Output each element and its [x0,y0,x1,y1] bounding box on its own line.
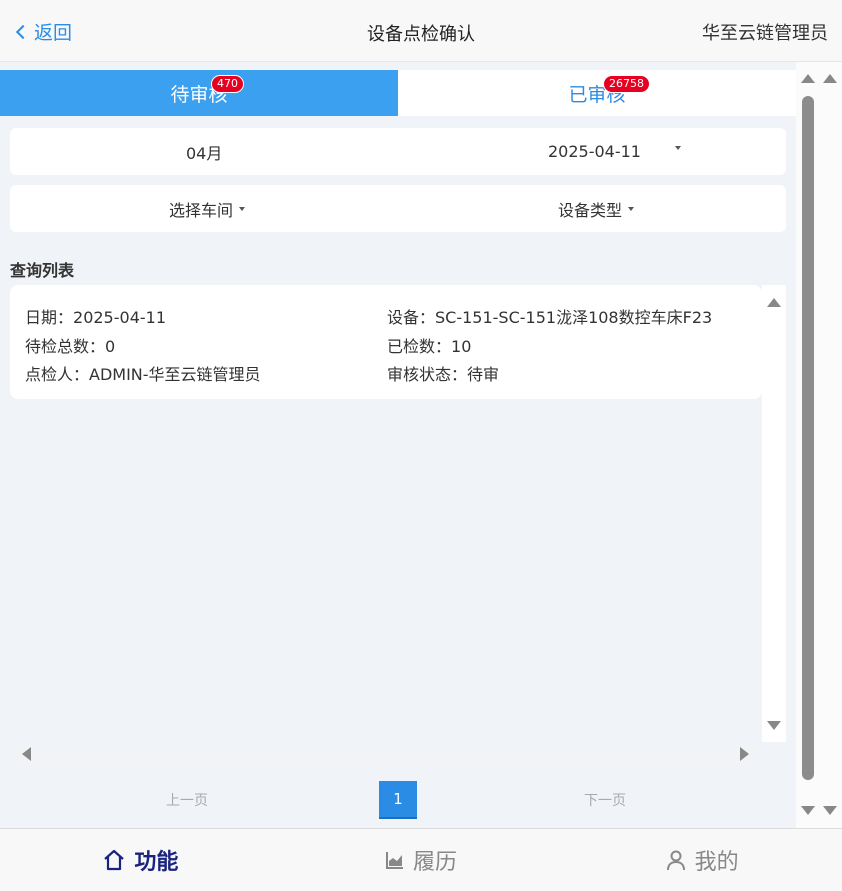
review-tabs: 待审核 470 已审核 26758 [0,70,796,116]
record-device-value: SC-151-SC-151泷泽108数控车床F23 [435,308,713,327]
record-status-label: 审核状态： [387,365,468,384]
nav-item-history[interactable]: 履历 [281,829,562,891]
tab-pending-badge: 470 [211,75,244,93]
back-button[interactable]: 返回 [15,18,73,45]
list-horizontal-scrollbar[interactable] [10,742,762,766]
record-pending: 待检总数：0 [25,333,115,357]
record-list: 日期：2025-04-11 设备：SC-151-SC-151泷泽108数控车床F… [10,285,762,742]
caret-down-icon [674,145,681,150]
record-device-label: 设备： [387,308,436,327]
workshop-selector[interactable]: 选择车间 [169,185,246,232]
date-filter-row: 04月 2025-04-11 [10,128,786,175]
record-date-value: 2025-04-11 [73,308,166,327]
record-inspector-label: 点检人： [25,365,90,384]
record-device: 设备：SC-151-SC-151泷泽108数控车床F23 [387,304,712,328]
bottom-nav: 功能 履历 我的 [0,828,842,891]
caret-down-icon [239,206,246,211]
record-pending-label: 待检总数： [25,337,106,356]
record-date: 日期：2025-04-11 [25,304,166,328]
scroll-up-icon[interactable] [767,298,781,307]
scroll-down-icon[interactable] [801,806,815,815]
record-pending-value: 0 [105,337,116,356]
date-selector[interactable]: 2025-04-11 [548,128,681,175]
scroll-up-icon[interactable] [823,74,837,83]
current-page-button[interactable]: 1 [379,781,417,819]
app-header: 返回 设备点检确认 华至云链管理员 [0,0,842,62]
current-user: 华至云链管理员 [702,23,828,44]
scroll-left-icon[interactable] [22,747,31,761]
chevron-left-icon [15,24,31,40]
tab-reviewed-badge: 26758 [603,75,650,93]
page-vertical-scrollbar[interactable] [796,62,842,828]
back-label: 返回 [34,22,73,44]
chart-icon [386,852,403,869]
record-status: 审核状态：待审 [387,361,499,385]
tab-pending[interactable]: 待审核 470 [0,70,398,116]
scrollbar-thumb[interactable] [802,96,814,780]
month-value: 04月 [186,143,223,163]
nav-item-profile[interactable]: 我的 [561,829,842,891]
nav-item-label: 功能 [134,850,179,875]
device-type-selector[interactable]: 设备类型 [558,185,635,232]
scroll-up-icon[interactable] [801,74,815,83]
caret-down-icon [628,206,635,211]
workshop-label: 选择车间 [169,200,234,220]
record-checked-value: 10 [451,337,472,356]
scroll-down-icon[interactable] [767,721,781,730]
section-title: 查询列表 [10,261,75,280]
record-checked-label: 已检数： [387,337,452,356]
scroll-right-icon[interactable] [740,747,749,761]
record-date-label: 日期： [25,308,74,327]
nav-item-label: 我的 [694,850,739,875]
record-inspector-value: ADMIN-华至云链管理员 [89,365,261,384]
tab-reviewed[interactable]: 已审核 26758 [398,70,796,116]
nav-item-label: 履历 [413,850,458,875]
list-item[interactable]: 日期：2025-04-11 设备：SC-151-SC-151泷泽108数控车床F… [10,285,762,399]
prev-page-button[interactable]: 上一页 [166,790,208,810]
record-status-value: 待审 [467,365,500,384]
pagination: 上一页 1 下一页 [0,778,796,822]
nav-item-functions[interactable]: 功能 [0,829,281,891]
user-icon [666,850,685,871]
month-selector[interactable]: 04月 [186,128,222,175]
list-vertical-scrollbar[interactable] [762,285,786,742]
next-page-button[interactable]: 下一页 [584,790,626,810]
category-filter-row: 选择车间 设备类型 [10,185,786,232]
scroll-down-icon[interactable] [823,806,837,815]
home-icon [104,849,125,871]
device-type-label: 设备类型 [558,200,623,220]
record-inspector: 点检人：ADMIN-华至云链管理员 [25,361,261,385]
record-checked: 已检数：10 [387,333,471,357]
date-value: 2025-04-11 [548,142,641,161]
